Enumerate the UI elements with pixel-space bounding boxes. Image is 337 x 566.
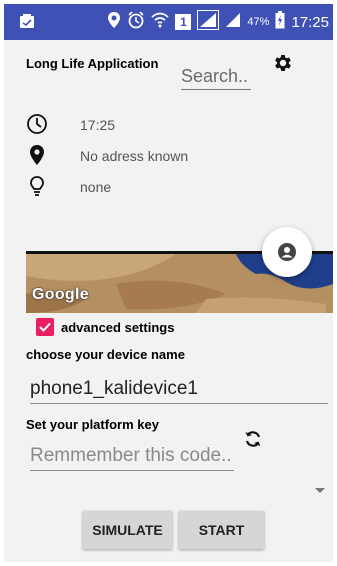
gear-icon[interactable] (272, 52, 296, 76)
location-pin-icon (26, 144, 48, 166)
refresh-icon[interactable] (243, 429, 265, 451)
wifi-icon (151, 11, 170, 34)
battery-icon (275, 10, 285, 34)
advanced-settings-label: advanced settings (61, 320, 175, 335)
clock-icon (26, 113, 48, 135)
location-icon (107, 11, 121, 34)
device-name-input[interactable] (30, 378, 328, 403)
notification-icon (18, 12, 36, 35)
app-title: Long Life Application (26, 56, 159, 71)
idea-value: none (80, 179, 112, 195)
google-logo: Google (32, 286, 89, 303)
checkmark-icon (39, 322, 51, 332)
sim-icon: 1 (175, 14, 192, 30)
device-name-label: choose your device name (26, 347, 185, 362)
info-row-time: 17:25 (26, 113, 306, 137)
start-button[interactable]: START (179, 511, 264, 549)
platform-key-label: Set your platform key (26, 417, 159, 432)
search-field (181, 66, 251, 90)
my-location-button[interactable] (262, 227, 312, 277)
platform-key-input[interactable] (30, 445, 234, 470)
lightbulb-icon (26, 175, 48, 197)
signal-icon (197, 9, 220, 35)
chevron-down-icon[interactable] (315, 488, 325, 493)
platform-key-field (30, 445, 234, 471)
search-input[interactable] (181, 66, 251, 89)
signal-icon (225, 12, 241, 33)
advanced-settings-checkbox[interactable] (36, 318, 54, 336)
info-row-address: No adress known (26, 144, 306, 168)
device-name-field (30, 378, 328, 404)
user-location-icon (278, 243, 296, 261)
app-screen: 1 47% 17:25 Long Life Application 17:25 (4, 4, 333, 562)
status-time: 17:25 (291, 13, 329, 31)
battery-percent: 47% (247, 16, 270, 28)
simulate-button[interactable]: SIMULATE (83, 511, 172, 549)
info-row-idea: none (26, 175, 306, 199)
status-bar: 1 47% 17:25 (4, 4, 333, 40)
alarm-icon (127, 10, 145, 34)
time-value: 17:25 (80, 117, 116, 133)
address-value: No adress known (80, 148, 189, 164)
